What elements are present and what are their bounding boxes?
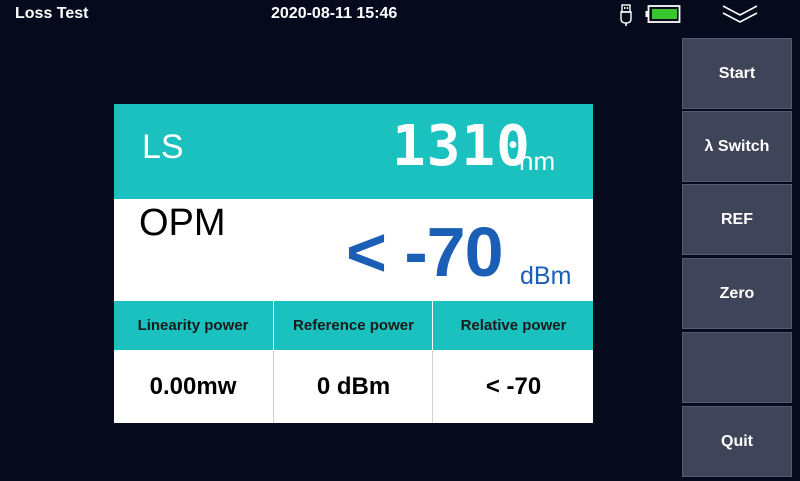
reference-power-header: Reference power (273, 301, 433, 350)
relative-power-header: Relative power (432, 301, 594, 350)
power-meter-label: OPM (139, 202, 226, 244)
chevron-down-icon[interactable] (720, 2, 760, 26)
usb-icon (620, 4, 632, 26)
results-table-header: Linearity power Reference power Relative… (114, 301, 593, 350)
wavelength-switch-button[interactable]: λ Switch (682, 111, 792, 182)
measurement-card: LS 1310 nm OPM < -70 dBm Linearity power… (114, 104, 593, 423)
light-source-panel: LS 1310 nm (114, 104, 593, 199)
ref-button[interactable]: REF (682, 184, 792, 255)
start-button[interactable]: Start (682, 38, 792, 109)
quit-button[interactable]: Quit (682, 406, 792, 477)
app-title: Loss Test (15, 5, 89, 22)
status-bar: Loss Test 2020-08-11 15:46 (0, 0, 800, 30)
light-source-label: LS (142, 128, 184, 166)
wavelength-value: 1310 (392, 114, 531, 179)
battery-icon (645, 5, 681, 23)
wavelength-unit: nm (519, 146, 556, 176)
results-table-row: 0.00mw 0 dBm < -70 (114, 350, 593, 423)
power-unit: dBm (520, 262, 572, 290)
datetime-display: 2020-08-11 15:46 (271, 5, 398, 22)
relative-power-value: < -70 (432, 350, 594, 423)
reference-power-value: 0 dBm (273, 350, 433, 423)
linearity-power-header: Linearity power (137, 317, 249, 334)
power-reading: < -70 (346, 213, 503, 291)
zero-button[interactable]: Zero (682, 258, 792, 329)
side-menu: Start λ Switch REF Zero Quit (682, 36, 794, 480)
empty-button[interactable] (682, 332, 792, 403)
linearity-power-value: 0.00mw (149, 372, 237, 400)
